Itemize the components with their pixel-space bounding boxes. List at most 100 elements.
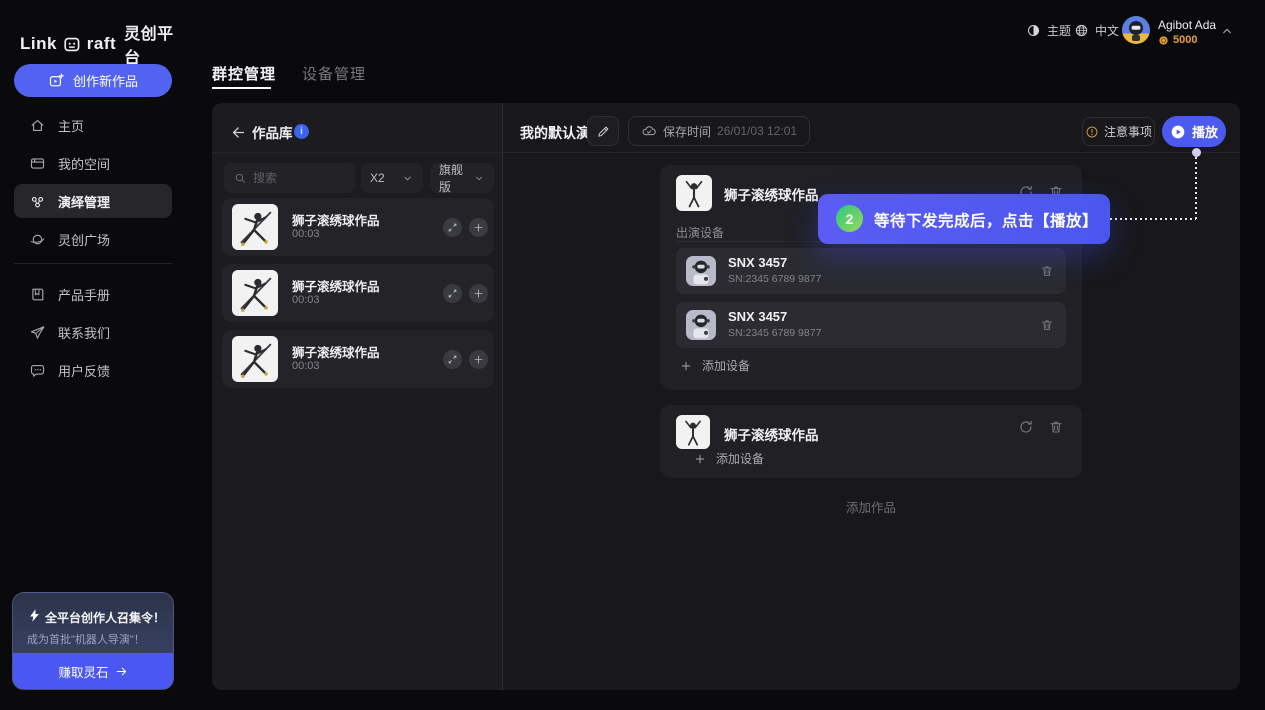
chat-bubble-icon [29,362,46,379]
device-serial: SN:2345 6789 9877 [728,273,821,285]
device-avatar [686,310,716,340]
add-device-button[interactable]: 添加设备 [694,450,764,467]
brand-word-post: raft [87,34,116,54]
library-title: 作品库 [252,122,293,142]
edition-filter-value: 旗舰版 [439,161,473,195]
remove-device-icon[interactable] [1040,264,1054,278]
paper-plane-icon [29,324,46,341]
remove-device-icon[interactable] [1040,318,1054,332]
add-device-button[interactable]: 添加设备 [680,357,750,374]
notice-button[interactable]: 注意事项 [1082,117,1155,146]
edition-filter-dropdown[interactable]: 旗舰版 [430,163,494,193]
library-item[interactable]: 狮子滚绣球作品 00:03 [222,264,494,322]
plus-icon [694,453,706,465]
notice-label: 注意事项 [1104,123,1152,140]
earn-gems-label: 赚取灵石 [58,662,108,681]
add-work-to-stage-button[interactable] [469,218,488,237]
chevron-up-icon[interactable] [1219,23,1235,39]
sidebar-item-label: 联系我们 [58,323,110,342]
speed-filter-dropdown[interactable]: X2 [361,163,423,193]
tab-group-control[interactable]: 群控管理 [212,63,276,84]
plus-icon [473,354,484,365]
sidebar: Link raft 灵创平台 创作新作品 主页 我的空间 演绎管理 灵创广场 产… [0,0,186,710]
chevron-down-icon [473,172,485,185]
library-item[interactable]: 狮子滚绣球作品 00:03 [222,330,494,388]
sidebar-item-performance-management[interactable]: 演绎管理 [14,184,172,218]
sidebar-item-plaza[interactable]: 灵创广场 [14,222,172,256]
cast-devices-label: 出演设备 [676,224,724,241]
add-device-label: 添加设备 [702,357,750,374]
device-serial: SN:2345 6789 9877 [728,327,821,339]
language-label: 中文 [1095,22,1119,39]
arrow-right-icon [115,665,128,678]
video-plus-icon [48,72,65,89]
edit-show-title-button[interactable] [587,116,619,146]
speed-filter-value: X2 [370,171,385,185]
plus-icon [680,360,692,372]
language-switcher[interactable]: 中文 [1074,22,1119,39]
tooltip-text: 等待下发完成后，点击【播放】 [874,209,1098,231]
active-tab-underline [212,87,271,89]
globe-icon [1074,23,1089,38]
sidebar-item-home[interactable]: 主页 [14,108,172,142]
add-work-button[interactable]: 添加作品 [660,497,1082,516]
work-duration: 00:03 [292,294,320,306]
coin-balance: 5000 [1158,34,1197,46]
sidebar-item-label: 主页 [58,116,84,135]
sidebar-item-product-manual[interactable]: 产品手册 [14,277,172,311]
planet-icon [29,231,46,248]
work-title: 狮子滚绣球作品 [292,210,380,229]
home-icon [29,117,46,134]
header-divider [212,152,1240,153]
robot-pose-image [232,270,278,316]
expand-work-button[interactable] [443,350,462,369]
warning-circle-icon [1085,125,1099,139]
back-arrow-icon[interactable] [230,124,247,141]
coin-icon [1158,35,1169,46]
delete-work-icon[interactable] [1048,419,1064,435]
work-thumbnail [676,415,710,449]
group-nodes-icon [29,193,46,210]
expand-work-button[interactable] [443,284,462,303]
work-thumbnail [232,270,278,316]
robot-face-logo-icon [63,35,81,54]
coin-count: 5000 [1173,34,1197,46]
guide-connector-horizontal [1110,218,1196,220]
sidebar-divider [14,263,172,264]
library-info-icon[interactable]: i [294,124,309,139]
device-name: SNX 3457 [728,309,787,324]
play-button[interactable]: 播放 [1162,116,1226,147]
add-work-to-stage-button[interactable] [469,350,488,369]
search-input[interactable] [253,171,343,185]
save-time-label: 保存时间 [663,123,711,140]
step-badge: 2 [836,205,863,232]
user-name: Agibot Ada [1158,18,1216,32]
sidebar-item-user-feedback[interactable]: 用户反馈 [14,353,172,387]
tab-device-management[interactable]: 设备管理 [302,63,366,84]
add-work-to-stage-button[interactable] [469,284,488,303]
theme-half-circle-icon [1026,23,1041,38]
create-work-button[interactable]: 创作新作品 [14,64,172,97]
card-work-title: 狮子滚绣球作品 [724,424,819,444]
device-row[interactable]: SNX 3457 SN:2345 6789 9877 [676,248,1066,294]
sidebar-item-label: 演绎管理 [58,192,110,211]
sidebar-item-contact-us[interactable]: 联系我们 [14,315,172,349]
replace-work-icon[interactable] [1018,419,1034,435]
library-item[interactable]: 狮子滚绣球作品 00:03 [222,198,494,256]
save-time-value: 26/01/03 12:01 [717,124,797,138]
earn-gems-button[interactable]: 赚取灵石 [13,653,173,689]
expand-work-button[interactable] [443,218,462,237]
expand-icon [447,354,458,365]
device-row[interactable]: SNX 3457 SN:2345 6789 9877 [676,302,1066,348]
sidebar-item-my-space[interactable]: 我的空间 [14,146,172,180]
library-search[interactable] [224,163,355,193]
pencil-icon [596,124,611,139]
user-avatar[interactable] [1122,16,1150,44]
stage-work-card: 狮子滚绣球作品 添加设备 [660,405,1082,478]
folder-icon [29,155,46,172]
theme-toggle[interactable]: 主题 [1026,22,1071,39]
robot-arms-up-image [676,415,710,449]
work-thumbnail [232,336,278,382]
card-work-title: 狮子滚绣球作品 [724,184,819,204]
expand-icon [447,288,458,299]
